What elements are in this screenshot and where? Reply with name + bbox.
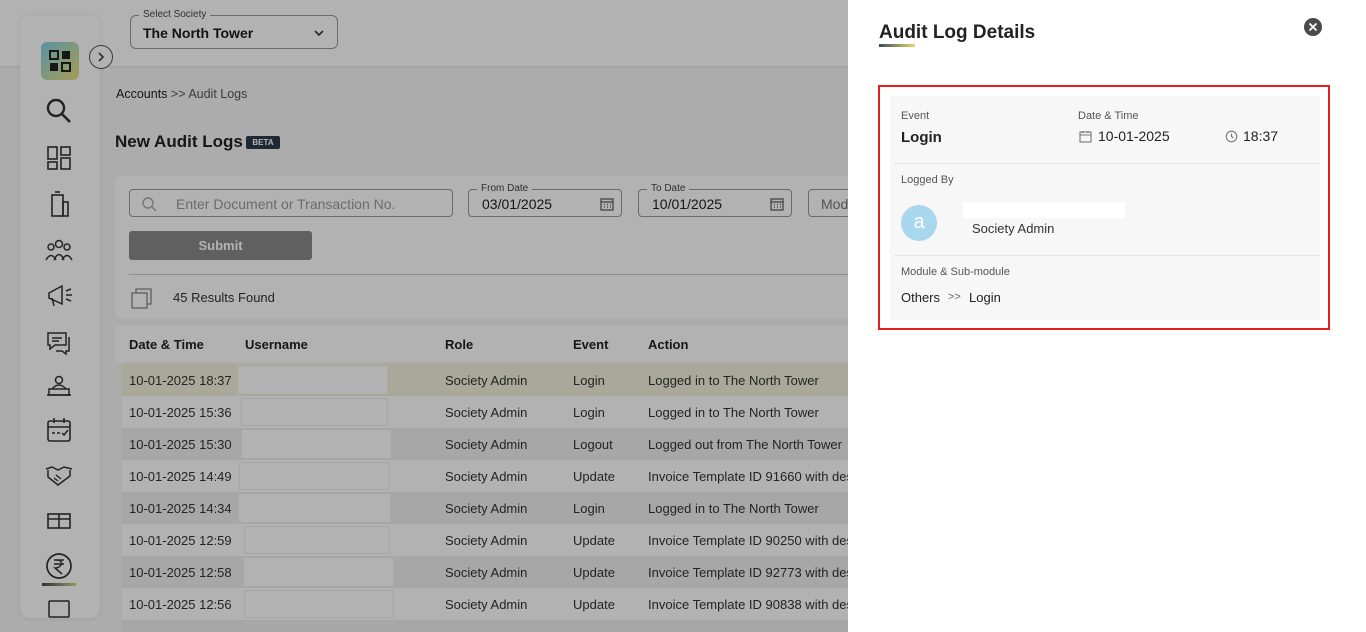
datetime-label: Date & Time [1078,110,1139,122]
drawer-title: Audit Log Details [879,22,1036,43]
module-separator: >> [948,291,961,303]
modal-backdrop[interactable] [0,0,848,632]
avatar: a [901,205,937,241]
user-role: Society Admin [972,221,1055,236]
event-label: Event [901,110,930,122]
module-label: Module & Sub-module [901,266,1010,278]
close-button[interactable] [1304,18,1322,36]
close-icon [1308,22,1318,32]
event-value: Login [901,129,942,146]
section-divider [894,255,1320,256]
clock-icon [1225,130,1238,143]
module-value: Others [901,290,941,305]
detail-card: Event Login Date & Time 10-01-2025 18:37… [890,96,1320,320]
date-value: 10-01-2025 [1098,128,1170,144]
calendar-icon [1079,131,1092,143]
title-underline [879,44,915,47]
user-name-redacted [963,202,1125,218]
section-divider [894,163,1320,164]
submodule-value: Login [969,290,1001,305]
audit-log-details-drawer: Audit Log Details Event Login Date & Tim… [848,0,1366,632]
logged-by-label: Logged By [901,174,954,186]
time-value: 18:37 [1243,128,1279,144]
